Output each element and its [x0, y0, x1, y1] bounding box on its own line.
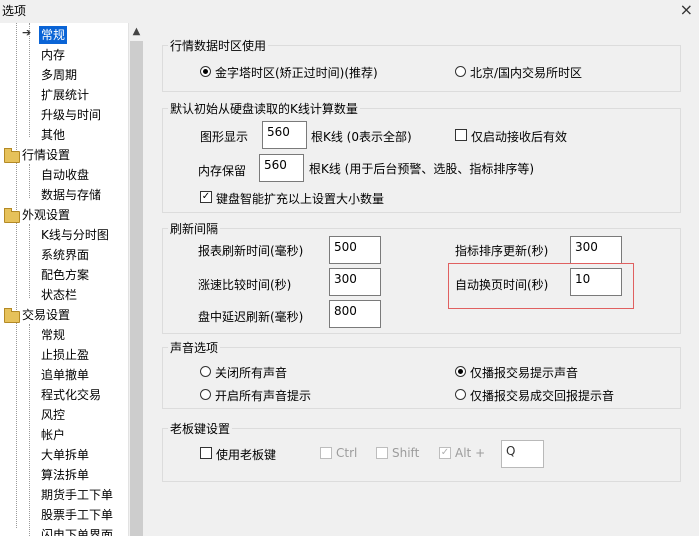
- label-beijing: 北京/国内交易所时区: [470, 66, 583, 80]
- tree-item-futures-manual[interactable]: 期货手工下单: [41, 486, 113, 504]
- use-bosskey-checkbox[interactable]: [200, 447, 212, 459]
- mem-keep-input[interactable]: 560: [259, 154, 304, 182]
- tree-item-account[interactable]: 帐户: [41, 426, 65, 444]
- tree-item-trade-general[interactable]: 常规: [41, 326, 65, 344]
- close-icon[interactable]: ×: [680, 0, 693, 19]
- settings-tree[interactable]: ➔ 常规 内存 多周期 扩展统计 升级与时间 其他 行情设置 自动收盘 数据与存…: [0, 23, 144, 536]
- label-jinzita: 金字塔时区(矫正过时间)(推荐): [215, 66, 378, 80]
- scroll-thumb[interactable]: [130, 41, 143, 536]
- tree-guide-line: [29, 164, 30, 198]
- graph-display-label: 图形显示: [200, 130, 249, 144]
- label-sound-on-all: 开启所有声音提示: [215, 389, 312, 403]
- folder-icon: [4, 308, 20, 323]
- tree-item-chase-cancel[interactable]: 追单撤单: [41, 366, 89, 384]
- tree-item-ext-stats[interactable]: 扩展统计: [41, 86, 89, 104]
- folder-icon: [4, 148, 20, 163]
- auto-page-input[interactable]: 10: [570, 268, 622, 296]
- tree-item-program-trading[interactable]: 程式化交易: [41, 386, 101, 404]
- tree-item-risk-control[interactable]: 风控: [41, 406, 65, 424]
- auto-page-label: 自动换页时间(秒): [455, 278, 549, 292]
- auto-after-recv-label: 仅启动接收后有效: [471, 130, 568, 144]
- indicator-sort-input[interactable]: 300: [570, 236, 622, 264]
- delay-refresh-input[interactable]: 800: [329, 300, 381, 328]
- smart-expand-label: 键盘智能扩充以上设置大小数量: [216, 192, 385, 206]
- timezone-group-title: 行情数据时区使用: [168, 37, 269, 54]
- tree-item-algo-split[interactable]: 算法拆单: [41, 466, 89, 484]
- tree-item-color-scheme[interactable]: 配色方案: [41, 266, 89, 284]
- graph-display-unit: 根K线 (0表示全部): [311, 130, 412, 144]
- report-refresh-input[interactable]: 500: [329, 236, 381, 264]
- alt-checkbox[interactable]: ✓: [439, 447, 451, 459]
- tree-item-data-storage[interactable]: 数据与存储: [41, 186, 101, 204]
- radio-sound-trade-only[interactable]: [455, 366, 466, 377]
- rise-compare-input[interactable]: 300: [329, 268, 381, 296]
- tree-item-auto-close[interactable]: 自动收盘: [41, 166, 89, 184]
- alt-label: Alt +: [455, 446, 486, 460]
- shift-checkbox[interactable]: [376, 447, 388, 459]
- radio-sound-trade-fill[interactable]: [455, 389, 466, 400]
- scroll-up-icon[interactable]: ▲: [129, 23, 144, 40]
- bosskey-group-title: 老板键设置: [168, 420, 233, 437]
- tree-item-upgrade-time[interactable]: 升级与时间: [41, 106, 101, 124]
- folder-icon: [4, 208, 20, 223]
- radio-beijing[interactable]: [455, 66, 466, 77]
- tree-item-kline-chart[interactable]: K线与分时图: [41, 226, 109, 244]
- mem-keep-label: 内存保留: [198, 164, 247, 178]
- kline-group-title: 默认初始从硬盘读取的K线计算数量: [168, 100, 360, 117]
- graph-display-input[interactable]: 560: [262, 121, 307, 149]
- refresh-group-title: 刷新间隔: [168, 220, 221, 237]
- tree-item-stop-loss[interactable]: 止损止盈: [41, 346, 89, 364]
- tree-item-memory[interactable]: 内存: [41, 46, 65, 64]
- tree-guide-line: [29, 23, 30, 137]
- tree-item-system-ui[interactable]: 系统界面: [41, 246, 89, 264]
- radio-jinzita[interactable]: [200, 66, 211, 77]
- shift-label: Shift: [392, 446, 420, 460]
- tree-item-other[interactable]: 其他: [41, 126, 65, 144]
- radio-sound-on-all[interactable]: [200, 389, 211, 400]
- sound-group-title: 声音选项: [168, 339, 221, 356]
- bosskey-key-input[interactable]: Q: [501, 440, 544, 468]
- tree-scrollbar[interactable]: ▲: [128, 23, 144, 536]
- use-bosskey-label: 使用老板键: [216, 448, 277, 462]
- current-arrow-icon: ➔: [22, 26, 32, 39]
- tree-item-big-order-split[interactable]: 大单拆单: [41, 446, 89, 464]
- report-refresh-label: 报表刷新时间(毫秒): [198, 244, 304, 258]
- tree-item-multi-period[interactable]: 多周期: [41, 66, 77, 84]
- window-title: 选项: [2, 4, 27, 18]
- indicator-sort-label: 指标排序更新(秒): [455, 244, 549, 258]
- tree-item-trade-settings[interactable]: 交易设置: [22, 306, 70, 324]
- mem-keep-unit: 根K线 (用于后台预警、选股、指标排序等): [309, 162, 535, 176]
- label-sound-trade-fill: 仅播报交易成交回报提示音: [470, 389, 615, 403]
- tree-item-status-bar[interactable]: 状态栏: [41, 286, 77, 304]
- tree-item-general[interactable]: 常规: [39, 26, 68, 44]
- ctrl-checkbox[interactable]: [320, 447, 332, 459]
- tree-item-flash-order[interactable]: 闪电下单界面: [41, 526, 113, 536]
- rise-compare-label: 涨速比较时间(秒): [198, 278, 292, 292]
- tree-item-stock-manual[interactable]: 股票手工下单: [41, 506, 113, 524]
- smart-expand-checkbox[interactable]: ✓: [200, 191, 212, 203]
- tree-guide-line: [29, 224, 30, 298]
- tree-guide-line: [16, 23, 17, 528]
- auto-after-recv-checkbox[interactable]: [455, 129, 467, 141]
- tree-guide-line: [29, 324, 30, 536]
- tree-item-quote-settings[interactable]: 行情设置: [22, 146, 70, 164]
- tree-item-appearance[interactable]: 外观设置: [22, 206, 70, 224]
- label-sound-trade-only: 仅播报交易提示声音: [470, 366, 579, 380]
- delay-refresh-label: 盘中延迟刷新(毫秒): [198, 310, 304, 324]
- ctrl-label: Ctrl: [336, 446, 358, 460]
- label-sound-off-all: 关闭所有声音: [215, 366, 288, 380]
- radio-sound-off-all[interactable]: [200, 366, 211, 377]
